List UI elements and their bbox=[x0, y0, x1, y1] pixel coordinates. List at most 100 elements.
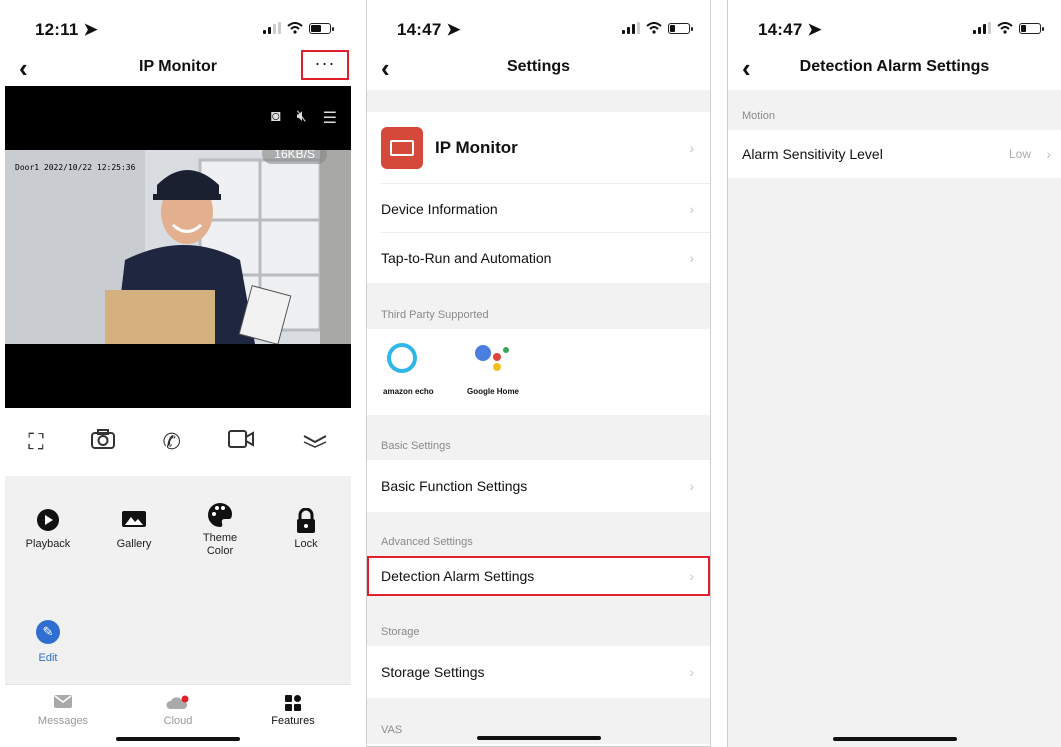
status-bar: 12:11 ➤ bbox=[5, 0, 351, 44]
status-time: 14:47 ➤ bbox=[397, 20, 461, 39]
phone-ip-monitor: 12:11 ➤ ‹ IP Monitor ··· ◙ 🔇︎ ☰ Door1 20… bbox=[5, 0, 351, 747]
snapshot-icon[interactable] bbox=[90, 428, 116, 456]
status-bar: 14:47 ➤ bbox=[728, 0, 1061, 44]
row-device-information[interactable]: Device Information › bbox=[367, 184, 710, 233]
device-row[interactable]: IP Monitor › bbox=[367, 112, 710, 184]
row-alarm-sensitivity[interactable]: Alarm Sensitivity Level Low › bbox=[728, 130, 1061, 178]
video-frame bbox=[5, 150, 351, 344]
gallery-icon bbox=[99, 508, 169, 538]
fullscreen-icon[interactable]: ⛶ bbox=[28, 429, 43, 455]
live-video[interactable]: Door1 2022/10/22 12:25:36 16KB/S bbox=[5, 150, 351, 344]
play-icon bbox=[13, 508, 83, 538]
camera-icon[interactable]: ◙ bbox=[271, 108, 281, 128]
row-value: Low bbox=[1008, 147, 1031, 161]
video-footer bbox=[5, 344, 351, 408]
google-home-label: Google Home bbox=[467, 387, 520, 396]
chevron-right-icon: › bbox=[689, 664, 694, 680]
signal-icon bbox=[973, 22, 991, 34]
bitrate-badge: 16KB/S bbox=[262, 150, 327, 164]
pencil-icon: ✎ bbox=[36, 620, 60, 644]
row-label: Alarm Sensitivity Level bbox=[742, 146, 883, 162]
palette-icon bbox=[185, 502, 255, 532]
feature-label: Lock bbox=[294, 538, 318, 550]
feature-playback[interactable]: Playback bbox=[13, 508, 83, 550]
grid-icon bbox=[253, 695, 333, 715]
row-label: Basic Function Settings bbox=[381, 478, 528, 494]
call-icon[interactable]: ✆ bbox=[162, 429, 180, 455]
row-detection-alarm[interactable]: Detection Alarm Settings › bbox=[367, 556, 710, 596]
wifi-icon bbox=[287, 22, 303, 34]
status-icons bbox=[263, 22, 334, 34]
expand-icon[interactable] bbox=[302, 429, 328, 455]
row-basic-function[interactable]: Basic Function Settings › bbox=[367, 460, 710, 512]
chevron-right-icon: › bbox=[689, 568, 694, 584]
row-storage-settings[interactable]: Storage Settings › bbox=[367, 646, 710, 698]
tab-messages[interactable]: Messages bbox=[23, 695, 103, 727]
phone-detection-alarm: 14:47 ➤ ‹ Detection Alarm Settings Motio… bbox=[727, 0, 1061, 747]
device-name: IP Monitor bbox=[435, 138, 518, 157]
status-icons bbox=[973, 22, 1044, 34]
home-indicator bbox=[476, 736, 601, 740]
tab-label: Cloud bbox=[163, 715, 193, 727]
page-title: IP Monitor bbox=[139, 58, 217, 75]
chevron-right-icon: › bbox=[1046, 146, 1051, 162]
battery-icon bbox=[1019, 22, 1044, 34]
google-assistant-icon[interactable] bbox=[475, 341, 515, 377]
nav-bar: ‹ Settings bbox=[367, 44, 710, 90]
section-third-party: Third Party Supported bbox=[367, 283, 710, 329]
chevron-right-icon: › bbox=[689, 250, 694, 266]
phone-settings: 14:47 ➤ ‹ Settings IP Monitor › Device I… bbox=[366, 0, 711, 747]
spacer bbox=[367, 90, 710, 112]
row-label: Storage Settings bbox=[381, 664, 485, 680]
section-basic: Basic Settings bbox=[367, 415, 710, 460]
tab-label: Messages bbox=[37, 715, 89, 727]
feature-edit[interactable]: ✎ Edit bbox=[13, 620, 83, 664]
row-label: Tap-to-Run and Automation bbox=[381, 250, 552, 266]
video-header: ◙ 🔇︎ ☰ bbox=[5, 86, 351, 150]
more-button[interactable]: ··· bbox=[301, 50, 349, 80]
home-indicator bbox=[832, 737, 957, 741]
nav-bar: ‹ IP Monitor ··· bbox=[5, 44, 351, 90]
mute-icon[interactable]: 🔇︎ bbox=[297, 108, 307, 128]
tab-cloud[interactable]: Cloud bbox=[138, 695, 218, 727]
record-icon[interactable] bbox=[227, 429, 255, 455]
tab-features[interactable]: Features bbox=[253, 695, 333, 727]
chevron-right-icon: › bbox=[689, 140, 694, 156]
tab-bar: Messages Cloud Features bbox=[5, 684, 351, 747]
feature-theme-color[interactable]: Theme Color bbox=[185, 502, 255, 558]
feature-label: Gallery bbox=[116, 538, 152, 550]
battery-icon bbox=[309, 22, 334, 34]
tab-label: Features bbox=[271, 715, 315, 727]
feature-label: Playback bbox=[25, 538, 71, 550]
status-bar: 14:47 ➤ bbox=[367, 0, 710, 44]
wifi-icon bbox=[997, 22, 1013, 34]
alexa-label: amazon echo bbox=[383, 387, 434, 396]
signal-icon bbox=[263, 22, 281, 34]
page-title: Detection Alarm Settings bbox=[799, 58, 990, 75]
feature-gallery[interactable]: Gallery bbox=[99, 508, 169, 550]
feature-label: Theme Color bbox=[202, 532, 238, 557]
chevron-right-icon: › bbox=[689, 478, 694, 494]
content-area: Motion Alarm Sensitivity Level Low › bbox=[728, 90, 1061, 747]
feature-panel: Playback Gallery Theme Color Lock ✎ Edit bbox=[5, 476, 351, 684]
battery-icon bbox=[668, 22, 693, 34]
row-label: Detection Alarm Settings bbox=[381, 568, 535, 584]
page-title: Settings bbox=[506, 58, 571, 75]
third-party-panel: amazon echo Google Home bbox=[367, 329, 710, 415]
alexa-icon[interactable] bbox=[387, 343, 417, 373]
status-time: 12:11 ➤ bbox=[35, 20, 98, 39]
section-advanced: Advanced Settings bbox=[367, 512, 710, 556]
feature-label: Edit bbox=[38, 652, 58, 664]
row-label: Device Information bbox=[381, 200, 498, 217]
cloud-icon bbox=[138, 695, 218, 715]
chevron-right-icon: › bbox=[689, 200, 694, 217]
section-storage: Storage bbox=[367, 596, 710, 646]
row-tap-to-run[interactable]: Tap-to-Run and Automation › bbox=[367, 233, 710, 283]
home-indicator bbox=[116, 737, 240, 741]
feature-lock[interactable]: Lock bbox=[271, 507, 341, 550]
layout-icon[interactable]: ☰ bbox=[323, 108, 337, 128]
section-motion: Motion bbox=[742, 110, 776, 122]
video-timestamp: Door1 2022/10/22 12:25:36 bbox=[15, 163, 136, 172]
wifi-icon bbox=[646, 22, 662, 34]
status-time: 14:47 ➤ bbox=[758, 20, 822, 39]
